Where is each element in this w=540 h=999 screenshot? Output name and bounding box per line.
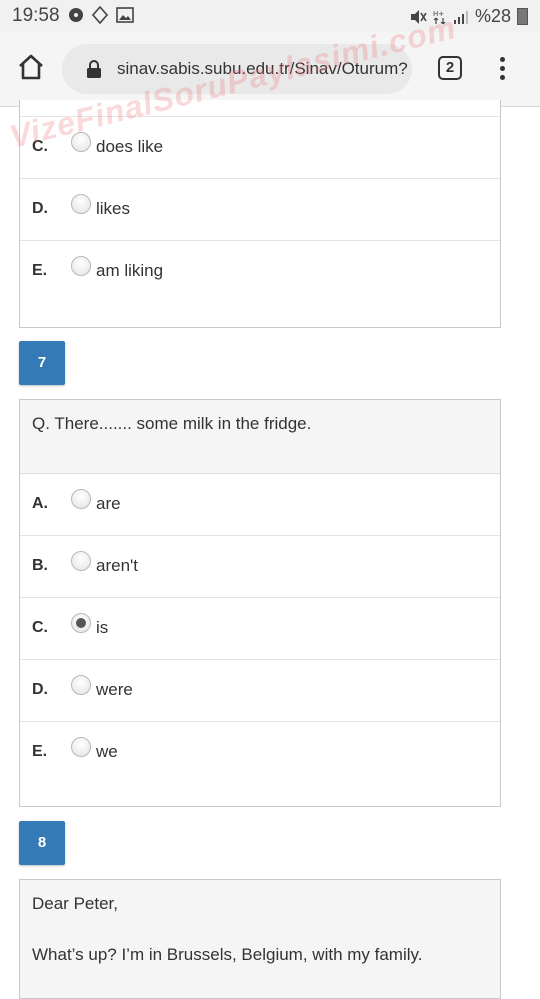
status-time: 19:58	[12, 5, 60, 26]
option-row[interactable]: A. are	[20, 474, 500, 536]
passage-line: Dear Peter,	[32, 894, 118, 913]
tab-switcher-button[interactable]: 2	[438, 56, 462, 80]
radio-button[interactable]	[71, 194, 91, 214]
radio-button[interactable]	[71, 489, 91, 509]
option-text: does like	[96, 137, 164, 156]
option-letter: D.	[32, 681, 48, 698]
address-bar[interactable]: sinav.sabis.subu.edu.tr/Sinav/Oturum?	[62, 44, 412, 94]
question-card: Q. There....... some milk in the fridge.…	[19, 399, 501, 807]
option-letter: A.	[32, 495, 48, 512]
status-bar: 19:58 H+ %28	[0, 0, 540, 32]
question-text: Q. There....... some milk in the fridge.	[20, 400, 500, 474]
option-row[interactable]: E. we	[20, 722, 500, 783]
signal-icon	[453, 10, 468, 24]
option-text: likes	[96, 199, 131, 218]
menu-button[interactable]	[492, 54, 512, 84]
status-icons-right: H+ %28	[409, 6, 528, 27]
data-icon: H+	[433, 10, 446, 24]
option-row[interactable]: E. am liking	[20, 241, 500, 302]
menu-dot-icon	[499, 66, 505, 71]
battery-icon	[517, 8, 528, 25]
question-number-badge[interactable]: 7	[19, 341, 65, 385]
option-row[interactable]: D. were	[20, 660, 500, 722]
radio-button[interactable]	[71, 256, 91, 276]
option-letter: E.	[32, 743, 48, 760]
previous-question-card: C. does like D. likes E. am liking	[19, 100, 501, 328]
battery-percent: %28	[474, 6, 511, 26]
option-row[interactable]: D. likes	[20, 179, 500, 241]
option-text: were	[96, 680, 133, 699]
lock-icon	[87, 60, 101, 78]
radio-button[interactable]	[71, 551, 91, 571]
status-icons-left	[68, 6, 134, 24]
home-button[interactable]	[16, 52, 46, 82]
option-letter: E.	[32, 262, 48, 279]
browser-toolbar: sinav.sabis.subu.edu.tr/Sinav/Oturum? 2	[0, 32, 540, 107]
radio-button[interactable]	[71, 675, 91, 695]
location-icon	[92, 6, 108, 24]
url-text: sinav.sabis.subu.edu.tr/Sinav/Oturum?	[117, 59, 408, 78]
option-text: am liking	[96, 261, 164, 280]
svg-text:H+: H+	[433, 10, 444, 18]
radio-button[interactable]	[71, 132, 91, 152]
menu-dot-icon	[499, 75, 505, 80]
option-text: is	[96, 618, 109, 637]
option-letter: C.	[32, 138, 48, 155]
option-letter: C.	[32, 619, 48, 636]
question-card: Dear Peter, What’s up? I’m in Brussels, …	[19, 879, 501, 999]
mute-icon	[410, 9, 427, 24]
option-row-divider	[20, 100, 500, 117]
option-text: are	[96, 494, 121, 513]
media-icon	[69, 8, 83, 22]
image-icon	[116, 7, 134, 23]
question-number-badge[interactable]: 8	[19, 821, 65, 865]
radio-button-selected[interactable]	[71, 613, 91, 633]
option-text: aren't	[96, 556, 138, 575]
option-row[interactable]: C. does like	[20, 117, 500, 179]
passage-line: What’s up? I’m in Brussels, Belgium, wit…	[32, 945, 423, 964]
option-text: we	[96, 742, 118, 761]
option-letter: B.	[32, 557, 48, 574]
radio-button[interactable]	[71, 737, 91, 757]
menu-dot-icon	[499, 57, 505, 62]
option-row[interactable]: C. is	[20, 598, 500, 660]
option-letter: D.	[32, 200, 48, 217]
option-row[interactable]: B. aren't	[20, 536, 500, 598]
